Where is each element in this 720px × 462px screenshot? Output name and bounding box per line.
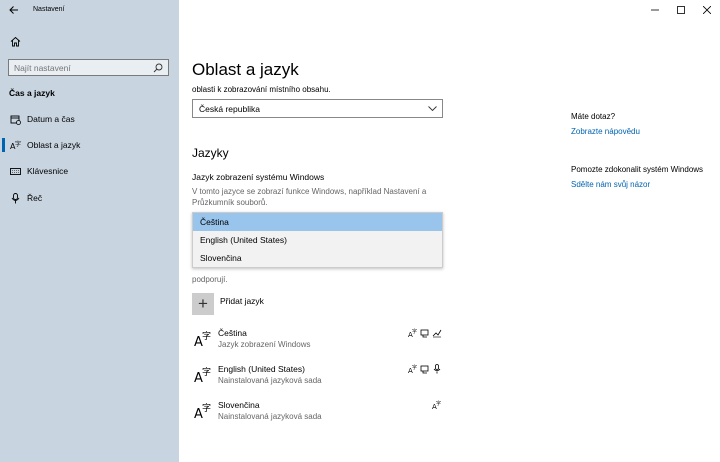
title-bar: Nastavení <box>0 0 179 19</box>
sidebar-section-title: Čas a jazyk <box>9 88 55 98</box>
chevron-down-icon <box>428 105 437 111</box>
language-icon: A字 <box>194 330 211 348</box>
display-language-description: V tomto jazyce se zobrazí funkce Windows… <box>192 187 427 207</box>
dropdown-option[interactable]: English (United States) <box>193 231 442 249</box>
speech-recognition-icon <box>432 364 442 374</box>
language-icon: A字 <box>194 366 211 384</box>
language-features: A字 <box>408 328 442 338</box>
language-status: Nainstalovaná jazyková sada <box>218 376 322 385</box>
language-status: Jazyk zobrazení Windows <box>218 340 311 349</box>
region-label: oblasti k zobrazování místního obsahu. <box>192 85 331 94</box>
improve-text: Pomozte zdokonalit systém Windows <box>571 165 704 174</box>
add-language-button[interactable]: + Přidat jazyk <box>192 293 264 315</box>
maximize-icon <box>677 5 685 14</box>
dropdown-option[interactable]: Čeština <box>193 213 442 231</box>
sidebar-item-label: Oblast a jazyk <box>27 140 81 150</box>
handwriting-icon <box>432 328 442 338</box>
sidebar-item-label: Řeč <box>27 193 43 203</box>
sidebar-item-speech[interactable]: Řeč <box>0 185 179 211</box>
microphone-icon <box>9 192 21 204</box>
feedback-section: Pomozte zdokonalit systém Windows Sdělte… <box>571 164 711 190</box>
plus-icon: + <box>192 293 214 315</box>
search-input[interactable] <box>9 62 149 73</box>
svg-text:字: 字 <box>436 400 441 407</box>
display-language-label: Jazyk zobrazení systému Windows <box>192 172 325 182</box>
sidebar-item-label: Datum a čas <box>27 114 75 124</box>
region-select[interactable]: Česká republika <box>192 99 443 118</box>
sidebar-item-keyboard[interactable]: Klávesnice <box>0 158 179 184</box>
minimize-icon <box>651 9 659 10</box>
sidebar-item-region-language[interactable]: A字 Oblast a jazyk <box>0 132 179 158</box>
calendar-clock-icon <box>9 113 21 125</box>
language-features: A字 <box>432 400 442 410</box>
language-item-en-us[interactable]: A字 English (United States) Nainstalovaná… <box>192 364 442 390</box>
add-language-label: Přidat jazyk <box>220 296 264 306</box>
sidebar-item-label: Klávesnice <box>27 166 69 176</box>
search-box[interactable] <box>8 59 169 76</box>
window-title: Nastavení <box>33 6 65 13</box>
home-icon <box>10 36 20 46</box>
close-button[interactable] <box>694 0 720 19</box>
help-question: Máte dotaz? <box>571 112 616 121</box>
window-controls <box>642 0 720 19</box>
language-icon: A字 <box>9 139 21 151</box>
help-link[interactable]: Zobrazte nápovědu <box>571 126 711 137</box>
svg-text:字: 字 <box>412 364 417 371</box>
dropdown-option[interactable]: Slovenčina <box>193 249 442 267</box>
back-button[interactable] <box>0 0 28 19</box>
feedback-link[interactable]: Sdělte nám svůj názor <box>571 179 711 190</box>
display-language-dropdown[interactable]: Čeština English (United States) Slovenči… <box>192 212 443 268</box>
text-to-speech-icon <box>420 328 430 338</box>
language-name: Slovenčina <box>218 400 260 410</box>
language-name: Čeština <box>218 328 247 338</box>
sidebar-item-date-time[interactable]: Datum a čas <box>0 106 179 132</box>
languages-heading: Jazyky <box>192 146 229 160</box>
back-arrow-icon <box>9 5 18 14</box>
language-item-cs[interactable]: A字 Čeština Jazyk zobrazení Windows A字 <box>192 328 442 354</box>
main-content: Oblast a jazyk oblasti k zobrazování mís… <box>179 0 720 462</box>
svg-text:字: 字 <box>202 330 211 342</box>
maximize-button[interactable] <box>668 0 694 19</box>
display-language-icon: A字 <box>408 328 418 338</box>
partial-description: podporují. <box>192 275 228 284</box>
page-title: Oblast a jazyk <box>192 60 299 79</box>
display-language-icon: A字 <box>432 400 442 410</box>
svg-text:字: 字 <box>15 140 21 148</box>
keyboard-icon <box>9 165 21 177</box>
language-icon: A字 <box>194 402 211 420</box>
text-to-speech-icon <box>420 364 430 374</box>
language-features: A字 <box>408 364 442 374</box>
svg-text:字: 字 <box>412 328 417 335</box>
svg-text:字: 字 <box>202 402 211 414</box>
home-button[interactable] <box>8 34 22 48</box>
close-icon <box>703 5 711 14</box>
search-icon[interactable] <box>151 61 165 75</box>
minimize-button[interactable] <box>642 0 668 19</box>
sidebar: Nastavení Čas a jazyk Datum a čas A字 Obl… <box>0 0 179 462</box>
help-section: Máte dotaz? Zobrazte nápovědu <box>571 111 711 137</box>
language-status: Nainstalovaná jazyková sada <box>218 412 322 421</box>
svg-text:字: 字 <box>202 366 211 378</box>
language-name: English (United States) <box>218 364 305 374</box>
region-select-value: Česká republika <box>199 103 260 114</box>
display-language-icon: A字 <box>408 364 418 374</box>
language-item-sk[interactable]: A字 Slovenčina Nainstalovaná jazyková sad… <box>192 400 442 426</box>
